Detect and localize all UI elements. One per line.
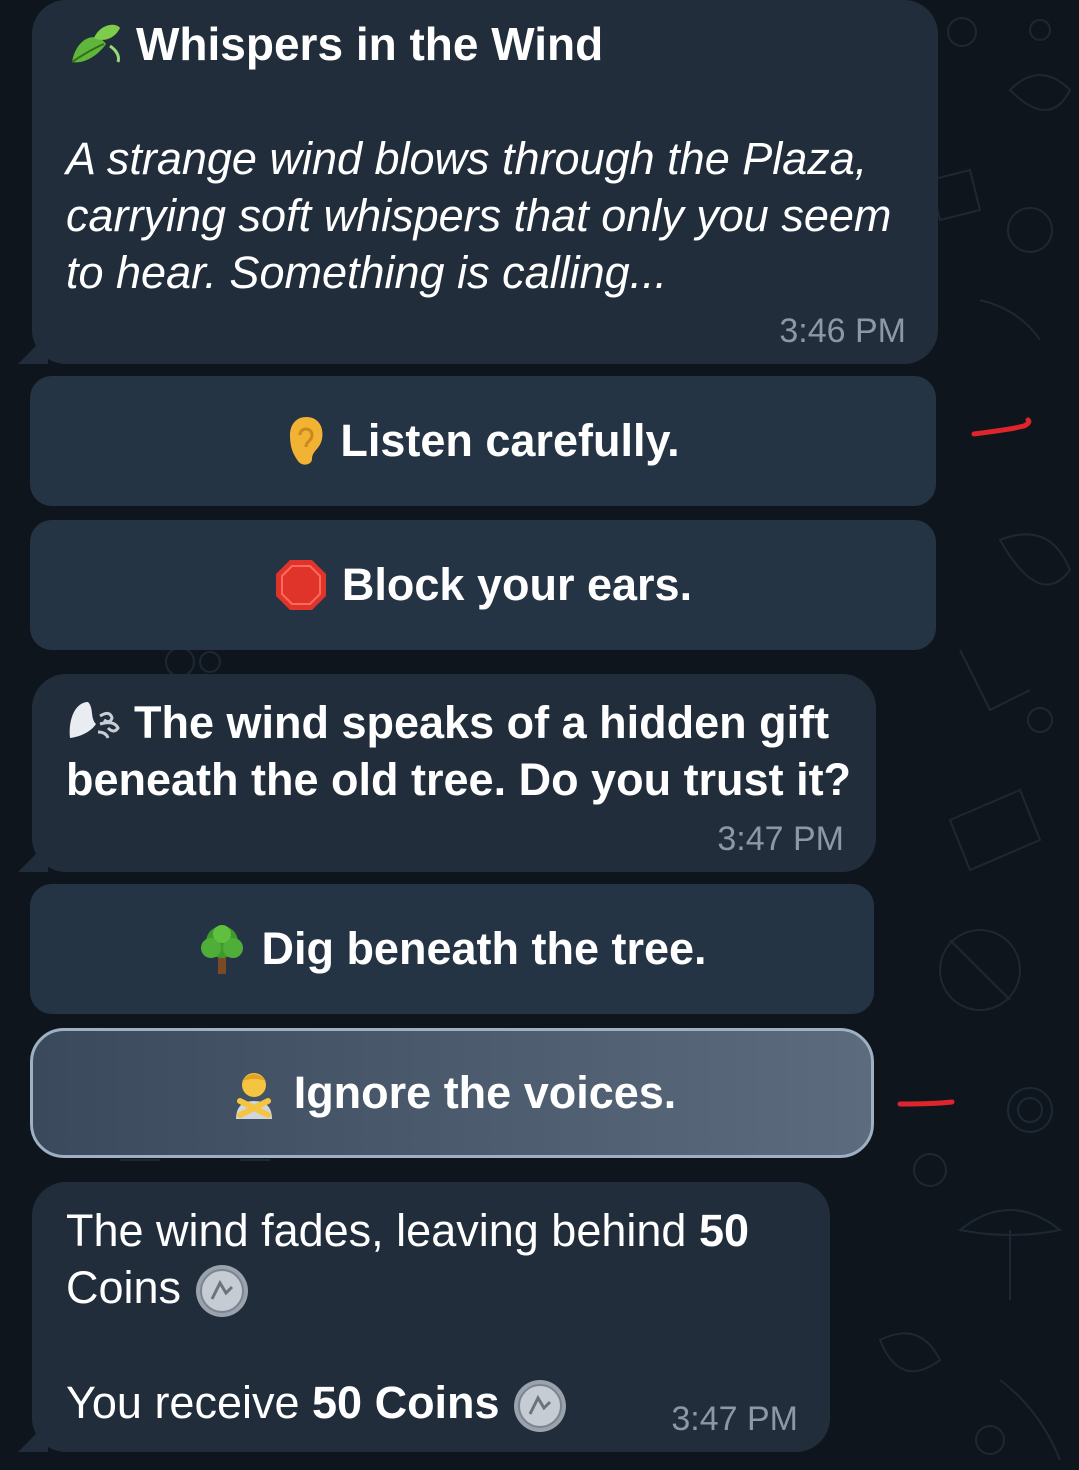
reward-line-1: The wind fades, leaving behind 50 Coins [66,1202,806,1319]
ear-icon [290,417,323,465]
block-your-ears-button[interactable]: Block your ears. [30,520,936,650]
listen-carefully-button[interactable]: Listen carefully. [30,376,936,506]
wind-face-icon [69,702,120,739]
dig-beneath-tree-button[interactable]: Dig beneath the tree. [30,884,874,1014]
bubble-tail [18,334,48,364]
message-text-content: The wind speaks of a hidden gift beneath… [66,697,852,805]
message-bubble-question: The wind speaks of a hidden gift beneath… [18,674,876,872]
message-title: Whispers in the Wind [66,16,603,72]
stop-sign-icon [275,560,326,610]
button-label: Dig beneath the tree. [261,923,707,974]
message-timestamp: 3:46 PM [779,312,906,350]
button-label: Block your ears. [341,559,693,610]
message-body: A strange wind blows through the Plaza, … [66,133,892,298]
message-title-text: Whispers in the Wind [136,18,604,70]
coin-icon [514,1380,567,1433]
bubble-tail [18,842,48,872]
message-bubble-intro: Whispers in the Wind A strange wind blow… [18,0,938,364]
coin-icon [195,1265,248,1318]
reward-unit: Coins [66,1262,182,1313]
tree-icon [201,925,244,974]
reward-line-1-text: The wind fades, leaving behind [66,1205,699,1256]
message-text: The wind speaks of a hidden gift beneath… [66,694,866,808]
annotation-mark [897,1099,955,1107]
ignore-the-voices-button[interactable]: Ignore the voices. [30,1028,874,1158]
leaf-icon [71,24,120,63]
reward-line-2: You receive 50 Coins [66,1374,626,1434]
bubble-tail [18,1422,48,1452]
button-label: Listen carefully. [340,415,680,466]
reward-line-2-text: You receive [66,1377,313,1428]
message-timestamp: 3:47 PM [671,1400,798,1438]
annotation-mark [971,417,1032,437]
no-gesture-person-icon [235,1073,272,1119]
message-timestamp: 3:47 PM [717,820,844,858]
reward-amount: 50 [698,1205,749,1256]
message-bubble-reward: The wind fades, leaving behind 50 Coins … [18,1182,830,1452]
reward-amount-coins: 50 Coins [312,1377,500,1428]
button-label: Ignore the voices. [293,1067,677,1118]
